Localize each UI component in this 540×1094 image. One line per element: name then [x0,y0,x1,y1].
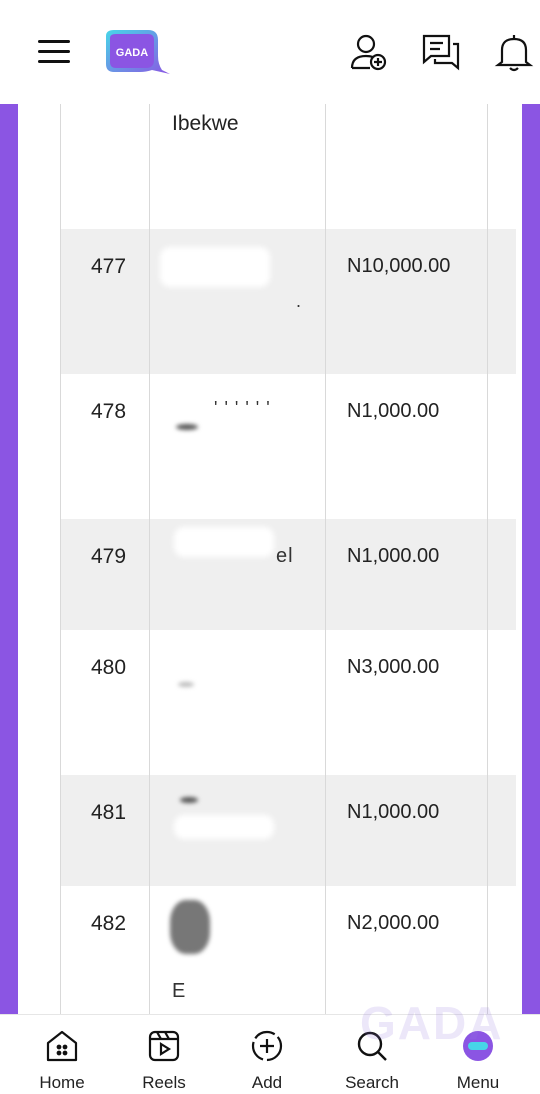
nav-label: Add [251,1073,283,1092]
row-number: 482 [91,912,127,935]
amount: N1,000.00 [347,400,440,422]
nav-label: Reels [142,1073,186,1092]
nav-search[interactable]: Search [322,1015,422,1094]
table-row: 482 E N2,000.00 [60,886,516,1014]
nav-label: Search [345,1073,399,1092]
row-number: 477 [91,255,127,278]
nav-reels[interactable]: Reels [114,1015,214,1094]
amount: N2,000.00 [347,912,440,934]
search-icon [357,1031,387,1061]
table-row: 479 el N1,000.00 [60,519,516,630]
nav-home[interactable]: Home [12,1015,112,1094]
svg-text:GADA: GADA [116,47,148,59]
row-number: 480 [91,656,127,679]
table-row: 481 N1,000.00 [60,775,516,886]
nav-menu[interactable]: Menu [428,1015,528,1094]
table-row: 480 N3,000.00 [60,630,516,775]
amount: N3,000.00 [347,656,440,678]
app-logo[interactable]: GADA [100,28,170,78]
nav-add[interactable]: Add [217,1015,317,1094]
nav-label: Menu [456,1073,500,1092]
app-header: GADA [0,0,540,104]
home-icon [46,1030,78,1062]
contributor-name: Ibekwe [172,112,239,135]
bell-icon[interactable] [494,32,534,72]
redacted-name [160,247,270,287]
menu-icon[interactable] [38,40,70,64]
table-row: Ibekwe [60,104,516,229]
contributions-table: Ibekwe 477 . N10,000.00 478 ' ' ' ' ' ' … [18,104,522,1014]
row-number: 478 [91,400,127,423]
add-user-icon[interactable] [348,32,388,72]
bottom-navigation: Home Reels Add Search Menu [0,1014,540,1094]
redacted-name [174,527,274,557]
table-row: 477 . N10,000.00 [60,229,516,374]
row-number: 481 [91,801,127,824]
table-row: 478 ' ' ' ' ' ' N1,000.00 [60,374,516,519]
row-number: 479 [91,545,127,568]
contributor-avatar [170,900,210,954]
nav-label: Home [39,1073,85,1092]
amount: N1,000.00 [347,801,440,823]
messages-icon[interactable] [421,32,461,72]
menu-avatar-icon [463,1031,493,1061]
amount: N10,000.00 [347,255,451,277]
add-icon [251,1030,283,1062]
amount: N1,000.00 [347,545,440,567]
reels-icon [148,1030,180,1062]
redacted-name [174,815,274,839]
left-accent-rail [0,104,18,1014]
right-accent-rail [522,104,540,1014]
